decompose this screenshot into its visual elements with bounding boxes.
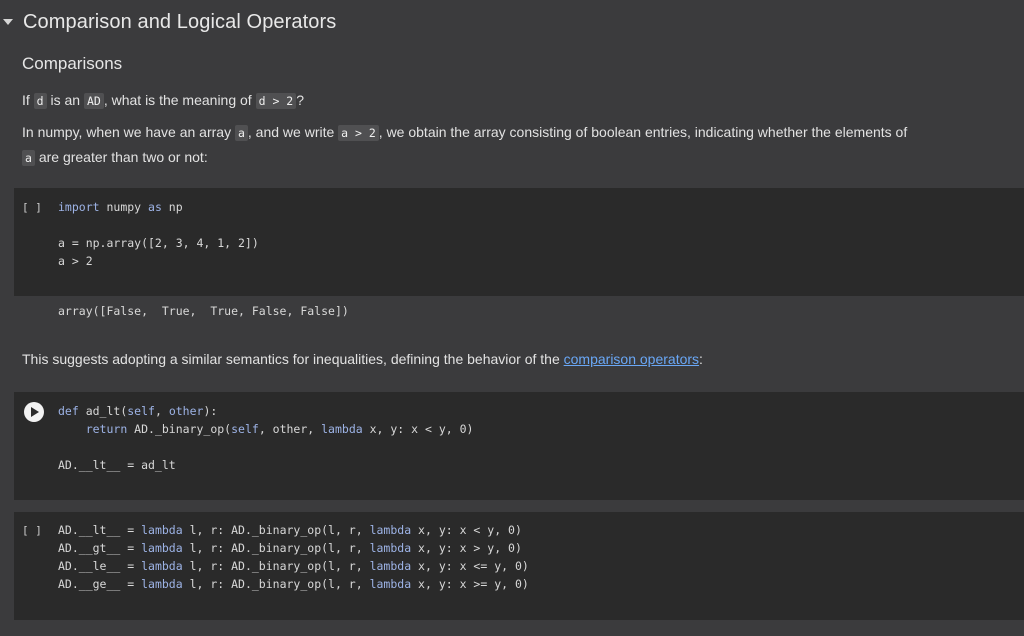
code-text: AD._binary_op( (127, 422, 232, 436)
keyword: lambda (369, 523, 412, 537)
code-line: def ad_lt(self, other): (58, 402, 217, 420)
code-cell-3[interactable]: [ ] AD.__lt__ = lambda l, r: AD._binary_… (14, 512, 1024, 620)
code-line: AD.__le__ = lambda l, r: AD._binary_op(l… (58, 557, 529, 575)
code-text: x, y: x <= y, 0) (411, 559, 529, 573)
section-title: Comparison and Logical Operators (23, 10, 337, 33)
keyword: lambda (141, 523, 183, 537)
code-text: x, y: x < y, 0) (411, 523, 522, 537)
code-text: AD.__ge__ = (58, 577, 142, 591)
code-line: return AD._binary_op(self, other, lambda… (58, 420, 474, 438)
keyword: as (148, 200, 162, 214)
text: ? (296, 92, 305, 108)
code-text: x, y: x >= y, 0) (411, 577, 529, 591)
text: are greater than two or not: (34, 149, 208, 165)
output-text: array([False, True, True, False, False]) (58, 304, 349, 318)
notebook-page: Comparison and Logical Operators Compari… (0, 0, 1024, 636)
keyword: self (231, 422, 259, 436)
code-line: a > 2 (58, 254, 93, 268)
text: In numpy, when we have an array (22, 124, 235, 140)
code-text: l, r: AD._binary_op(l, r, (182, 559, 370, 573)
cell-output: array([False, True, True, False, False]) (14, 296, 1024, 330)
run-cell-button[interactable]: [ ] (22, 201, 42, 214)
code-line: a = np.array([2, 3, 4, 1, 2]) (58, 236, 259, 250)
inline-code: a (234, 125, 248, 141)
subsection-title: Comparisons (22, 54, 123, 73)
code-line: AD.__ge__ = lambda l, r: AD._binary_op(l… (58, 575, 529, 593)
run-cell-button[interactable]: [ ] (22, 524, 42, 537)
inline-code: AD (83, 93, 104, 109)
code-line: AD.__lt__ = lambda l, r: AD._binary_op(l… (58, 521, 522, 539)
text: If (22, 92, 34, 108)
code-text: l, r: AD._binary_op(l, r, (182, 523, 370, 537)
keyword: lambda (141, 577, 183, 591)
code-text: np (161, 200, 183, 214)
code-text: l, r: AD._binary_op(l, r, (182, 541, 370, 555)
run-cell-icon[interactable] (24, 402, 44, 422)
keyword: lambda (321, 422, 363, 436)
keyword: lambda (141, 541, 183, 555)
code-text: AD.__gt__ = (58, 541, 142, 555)
code-text: x, y: x < y, 0) (362, 422, 474, 436)
code-text: AD.__le__ = (58, 559, 142, 573)
keyword: def (58, 404, 79, 418)
code-cell-1[interactable]: [ ] import numpy as np a = np.array([2, … (14, 188, 1024, 296)
text: This suggests adopting a similar semanti… (22, 351, 564, 367)
code-text: ): (203, 404, 218, 418)
inline-code: d (33, 93, 47, 109)
code-text: , (154, 404, 169, 418)
numpy-paragraph: In numpy, when we have an array a, and w… (22, 120, 1002, 170)
code-text: numpy (99, 200, 149, 214)
code-text: x, y: x > y, 0) (411, 541, 522, 555)
inline-code: a > 2 (338, 125, 379, 141)
keyword: lambda (369, 577, 412, 591)
keyword: other (168, 404, 204, 418)
code-line: AD.__lt__ = ad_lt (58, 458, 176, 472)
keyword: return (85, 422, 128, 436)
text: : (699, 351, 703, 367)
inline-code: a (22, 150, 35, 166)
keyword: lambda (369, 559, 412, 573)
code-editor[interactable]: import numpy as np (58, 198, 183, 216)
text: , we obtain the array consisting of bool… (378, 124, 908, 140)
code-cell-2[interactable]: def ad_lt(self, other): return AD._binar… (14, 392, 1024, 500)
code-line: AD.__gt__ = lambda l, r: AD._binary_op(l… (58, 539, 522, 557)
semantics-paragraph: This suggests adopting a similar semanti… (22, 347, 703, 371)
comparison-operators-link[interactable]: comparison operators (564, 351, 699, 367)
text: , and we write (247, 124, 339, 140)
code-text: AD.__lt__ = (58, 523, 142, 537)
keyword: lambda (141, 559, 183, 573)
code-text: , other, (258, 422, 322, 436)
question-paragraph: If d is an AD, what is the meaning of d … (22, 88, 304, 113)
keyword: lambda (369, 541, 412, 555)
collapse-caret-icon[interactable] (3, 19, 13, 25)
keyword: import (58, 200, 100, 214)
text: , what is the meaning of (103, 92, 256, 108)
inline-code: d > 2 (255, 93, 297, 109)
code-text: ad_lt( (78, 404, 128, 418)
text: is an (46, 92, 84, 108)
section-header: Comparison and Logical Operators (0, 6, 336, 38)
code-text: l, r: AD._binary_op(l, r, (182, 577, 370, 591)
keyword: self (127, 404, 155, 418)
